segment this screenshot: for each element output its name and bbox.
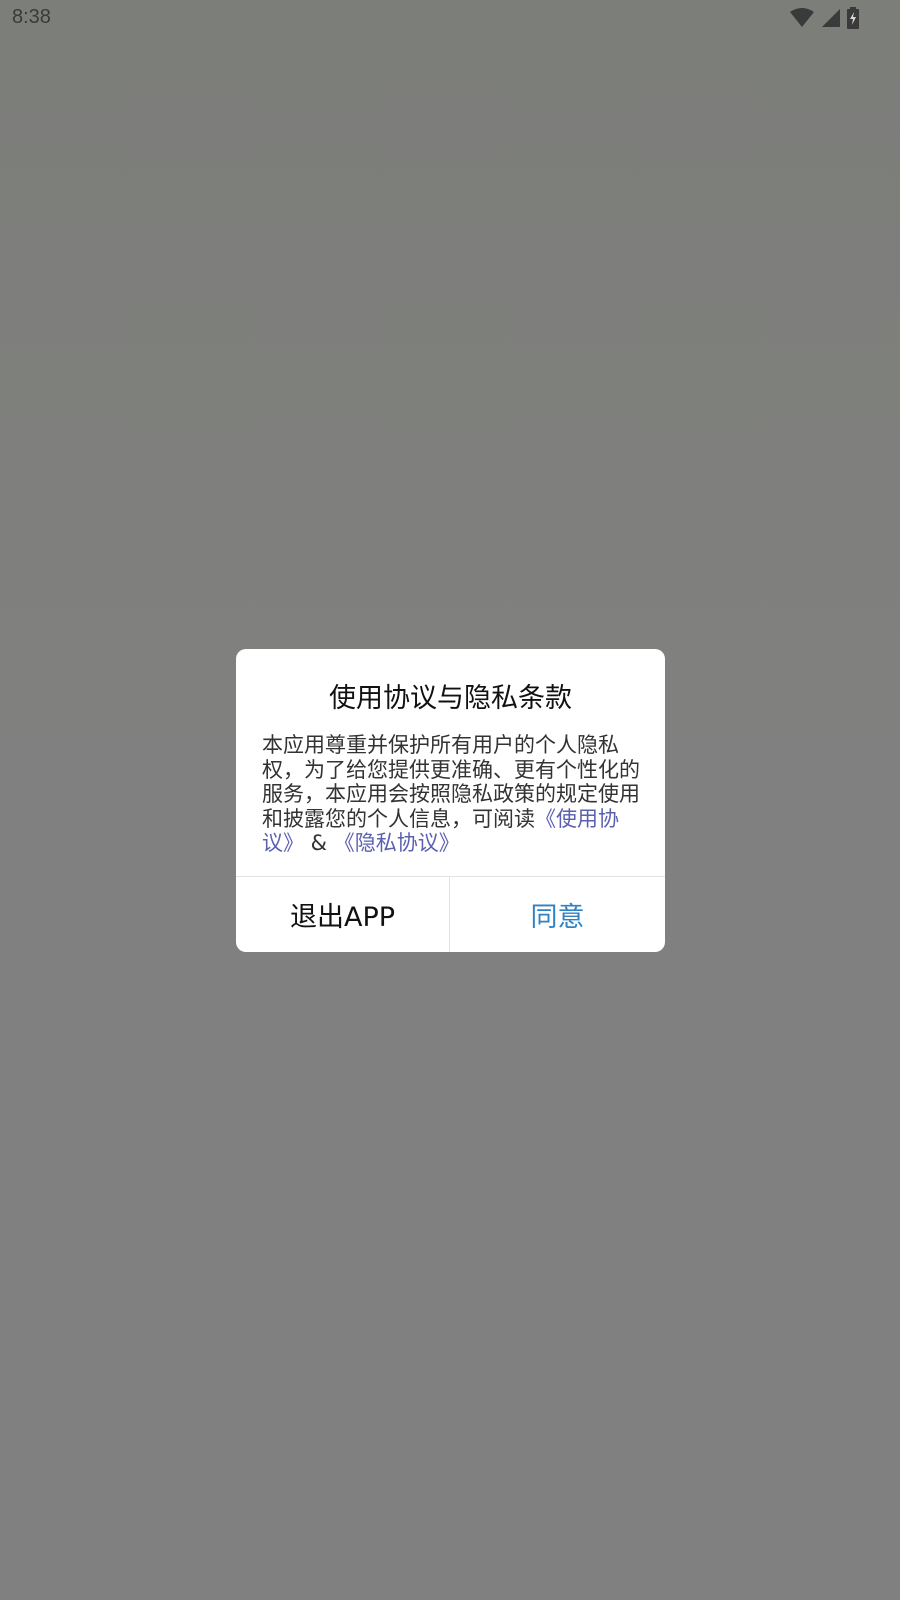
status-time: 8:38 (12, 6, 51, 28)
status-bar: 8:38 (0, 0, 900, 36)
battery-charging-icon (846, 7, 860, 29)
agree-button[interactable]: 同意 (450, 877, 665, 952)
privacy-dialog: 使用协议与隐私条款 本应用尊重并保护所有用户的个人隐私权，为了给您提供更准确、更… (236, 649, 665, 952)
status-icons (790, 6, 860, 30)
cell-signal-icon (820, 8, 840, 28)
dialog-message: 本应用尊重并保护所有用户的个人隐私权，为了给您提供更准确、更有个性化的服务，本应… (262, 733, 642, 856)
exit-app-button[interactable]: 退出APP (236, 877, 449, 952)
wifi-icon (790, 8, 814, 28)
dialog-title: 使用协议与隐私条款 (329, 683, 572, 714)
link-separator: & (304, 831, 334, 855)
privacy-agreement-link[interactable]: 《隐私协议》 (334, 831, 460, 855)
